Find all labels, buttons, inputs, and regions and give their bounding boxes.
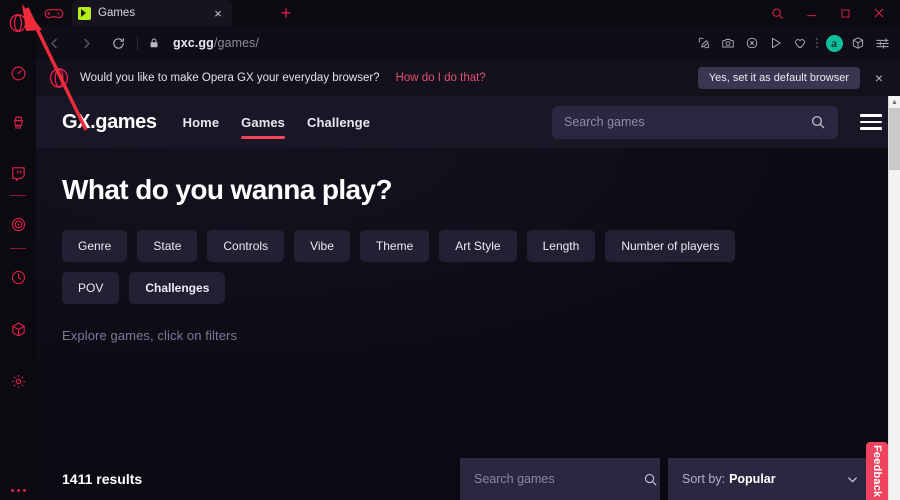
sidebar-divider bbox=[10, 195, 26, 196]
set-default-browser-button[interactable]: Yes, set it as default browser bbox=[697, 67, 860, 89]
sidebar-divider bbox=[10, 248, 26, 249]
nav-item-challenge[interactable]: Challenge bbox=[307, 96, 370, 148]
site-logo[interactable]: GX.games bbox=[62, 111, 157, 134]
sort-by-label: Sort by: bbox=[682, 472, 726, 486]
nav-item-home[interactable]: Home bbox=[183, 96, 220, 148]
search-icon[interactable] bbox=[810, 114, 826, 130]
twitch-icon[interactable] bbox=[0, 155, 36, 191]
address-bar-actions: a bbox=[692, 29, 900, 57]
new-tab-button[interactable]: + bbox=[276, 3, 296, 23]
profile-initial: a bbox=[825, 34, 843, 52]
page-scrollbar[interactable]: ▲ bbox=[888, 96, 900, 500]
feedback-tab[interactable]: Feedback bbox=[866, 442, 888, 500]
results-search[interactable] bbox=[460, 458, 660, 500]
tab-close-icon[interactable]: × bbox=[210, 5, 226, 21]
reload-button[interactable] bbox=[104, 29, 132, 57]
window-controls bbox=[760, 0, 896, 26]
filter-chip-list: Genre State Controls Vibe Theme Art Styl… bbox=[62, 230, 792, 304]
filter-chip-state[interactable]: State bbox=[137, 230, 198, 262]
opera-gx-logo-icon bbox=[48, 67, 70, 89]
filter-chip-art-style[interactable]: Art Style bbox=[439, 230, 517, 262]
snapshot-edit-icon[interactable] bbox=[692, 29, 716, 57]
opera-gx-logo-icon[interactable] bbox=[0, 5, 36, 41]
filter-chip-genre[interactable]: Genre bbox=[62, 230, 128, 262]
results-toolbar: 1411 results Sort by: Popular bbox=[36, 458, 900, 500]
hero-section: What do you wanna play? Genre State Cont… bbox=[36, 148, 900, 398]
tab-strip: Games × + bbox=[36, 0, 900, 26]
address-bar: gxc.gg/games/ a bbox=[36, 26, 900, 60]
filter-chip-pov[interactable]: POV bbox=[62, 272, 120, 304]
sort-by-value: Popular bbox=[729, 472, 776, 486]
forward-button[interactable] bbox=[72, 29, 100, 57]
browser-chrome: Games × + gxc.gg/games/ a Would you like… bbox=[36, 0, 900, 96]
hamburger-menu-icon[interactable] bbox=[860, 114, 882, 130]
gx-games-favicon bbox=[78, 6, 91, 20]
notification-close-icon[interactable]: × bbox=[866, 65, 892, 91]
send-icon[interactable] bbox=[764, 29, 788, 57]
gx-control-icon[interactable] bbox=[0, 55, 36, 91]
filter-chip-length[interactable]: Length bbox=[526, 230, 596, 262]
profile-badge[interactable]: a bbox=[822, 29, 846, 57]
scroll-up-icon[interactable]: ▲ bbox=[889, 96, 900, 108]
window-close-icon[interactable] bbox=[862, 0, 896, 26]
site-nav-links: Home Games Challenge bbox=[183, 96, 370, 148]
package-icon[interactable] bbox=[846, 29, 870, 57]
back-button[interactable] bbox=[40, 29, 68, 57]
window-minimize-icon[interactable] bbox=[794, 0, 828, 26]
filter-chip-challenges[interactable]: Challenges bbox=[129, 272, 226, 304]
site-navbar: GX.games Home Games Challenge bbox=[36, 96, 900, 148]
address-actions-divider bbox=[816, 38, 818, 48]
camera-icon[interactable] bbox=[716, 29, 740, 57]
results-search-input[interactable] bbox=[474, 472, 635, 486]
x-circle-icon[interactable] bbox=[740, 29, 764, 57]
explore-hint: Explore games, click on filters bbox=[62, 328, 238, 343]
window-search-icon[interactable] bbox=[760, 0, 794, 26]
window-maximize-icon[interactable] bbox=[828, 0, 862, 26]
results-count: 1411 results bbox=[62, 471, 143, 487]
sidebar-more-button[interactable] bbox=[10, 489, 26, 492]
site-search[interactable] bbox=[552, 105, 838, 139]
scrollbar-thumb[interactable] bbox=[889, 108, 900, 170]
gx-corner-box-icon[interactable] bbox=[0, 311, 36, 347]
filter-chip-theme[interactable]: Theme bbox=[359, 230, 430, 262]
lock-icon[interactable] bbox=[143, 37, 165, 49]
settings-gear-icon[interactable] bbox=[0, 363, 36, 399]
browser-sidebar bbox=[0, 0, 36, 500]
address-divider bbox=[137, 36, 138, 50]
opera-gx-browser-window: Games × + gxc.gg/games/ a Would you like… bbox=[0, 0, 900, 500]
search-icon[interactable] bbox=[643, 472, 658, 487]
how-do-i-do-that-link[interactable]: How do I do that? bbox=[396, 72, 486, 84]
history-clock-icon[interactable] bbox=[0, 259, 36, 295]
url-host: gxc.gg bbox=[173, 36, 214, 50]
sort-by-dropdown[interactable]: Sort by: Popular bbox=[668, 458, 874, 500]
player-icon[interactable] bbox=[0, 206, 36, 242]
page-title: What do you wanna play? bbox=[62, 174, 393, 205]
tab-title: Games bbox=[98, 7, 136, 19]
notification-text: Would you like to make Opera GX your eve… bbox=[80, 72, 380, 84]
filter-chip-vibe[interactable]: Vibe bbox=[294, 230, 350, 262]
filter-chip-controls[interactable]: Controls bbox=[207, 230, 285, 262]
easy-setup-icon[interactable] bbox=[870, 29, 894, 57]
nav-item-games[interactable]: Games bbox=[241, 96, 285, 148]
search-input[interactable] bbox=[564, 115, 810, 129]
page-viewport: GX.games Home Games Challenge What do yo… bbox=[36, 96, 900, 500]
url-path: /games/ bbox=[213, 36, 260, 50]
url-text[interactable]: gxc.gg/games/ bbox=[173, 36, 259, 50]
gx-cleaner-icon[interactable] bbox=[0, 105, 36, 141]
chevron-down-icon[interactable] bbox=[845, 472, 860, 487]
browser-tab-games[interactable]: Games × bbox=[72, 0, 232, 26]
gamepad-icon[interactable] bbox=[42, 4, 66, 22]
default-browser-notification: Would you like to make Opera GX your eve… bbox=[36, 60, 900, 96]
filter-chip-number-of-players[interactable]: Number of players bbox=[605, 230, 736, 262]
heart-icon[interactable] bbox=[788, 29, 812, 57]
